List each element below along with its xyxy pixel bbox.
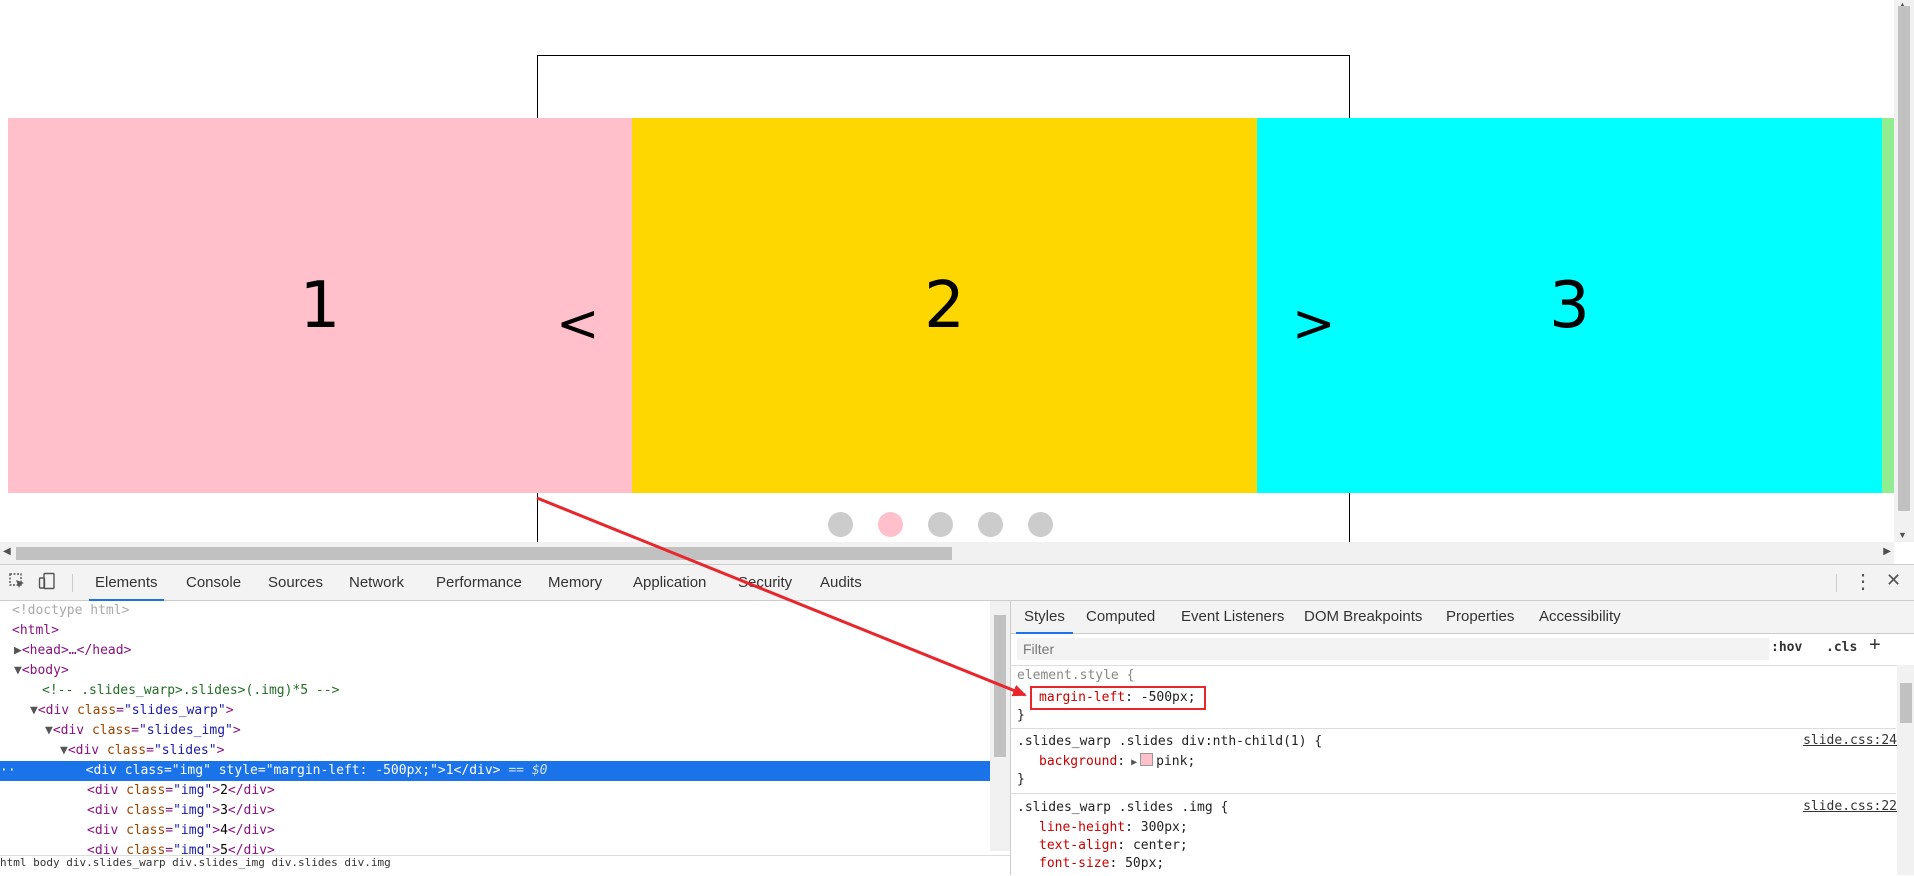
rule-divider [1011,793,1896,794]
dom-slides[interactable]: ▼<div class="slides"> [60,741,224,761]
dom-img-row[interactable]: <div class="img">2</div> [87,781,275,801]
slide-1: 1 [8,118,632,493]
dom-head[interactable]: ▶<head>…</head> [14,641,131,661]
rule1-selector: .slides_warp .slides div:nth-child(1) { [1017,734,1323,749]
rule2-selector: .slides_warp .slides .img { [1017,800,1229,815]
scroll-left-icon[interactable]: ◀ [3,546,11,557]
tab-application[interactable]: Application [633,565,706,600]
rule-divider [1011,728,1896,729]
tab-computed[interactable]: Computed [1086,601,1155,633]
slide-4 [1882,118,1894,493]
prev-button[interactable]: < [556,298,600,350]
tab-network[interactable]: Network [349,565,404,600]
dom-slides-warp[interactable]: ▼<div class="slides_warp"> [30,701,234,721]
styles-scrollbar[interactable] [1897,665,1914,875]
inspect-element-icon[interactable] [8,572,26,595]
color-swatch[interactable] [1140,753,1154,766]
element-style-selector: element.style { [1017,668,1135,683]
tab-console[interactable]: Console [186,565,241,600]
tab-elements[interactable]: Elements [89,565,164,601]
toolbar-divider [1836,574,1837,592]
slide-dot[interactable] [928,512,953,537]
dom-img-row[interactable]: <div class="img">3</div> [87,801,275,821]
scrollbar-thumb[interactable] [994,615,1006,757]
next-button[interactable]: > [1292,298,1336,350]
expand-triangle-icon[interactable]: ▶ [14,643,22,658]
slide-2: 2 [632,118,1257,493]
cls-toggle[interactable]: .cls [1826,640,1857,655]
dom-slides-img[interactable]: ▼<div class="slides_img"> [45,721,241,741]
sidebar-tabs: Styles Computed Event Listeners DOM Brea… [1011,601,1914,634]
devtools-toolbar: Elements Console Sources Network Perform… [0,565,1914,601]
background-declaration[interactable]: background: ▶ pink; [1039,753,1195,771]
tab-audits[interactable]: Audits [820,565,862,600]
dom-comment[interactable]: <!-- .slides_warp>.slides>(.img)*5 --> [42,681,339,701]
tab-event-listeners[interactable]: Event Listeners [1181,601,1284,633]
dom-selected-img[interactable]: ·· <div class="img" style="margin-left: -… [0,761,990,781]
toolbar-divider [72,574,73,592]
slide-3-label: 3 [1549,268,1590,343]
collapse-triangle-icon[interactable]: ▼ [30,703,38,718]
styles-sidebar: Styles Computed Event Listeners DOM Brea… [1010,601,1914,875]
new-rule-button[interactable]: + [1869,634,1881,657]
filter-input[interactable] [1017,638,1769,660]
tab-performance[interactable]: Performance [436,565,522,600]
elements-tree: <!doctype html> <html> ▶<head>…</head> ▼… [0,601,990,875]
page-horizontal-scrollbar[interactable]: ◀ ▶ [0,542,1894,564]
slide-dot[interactable] [828,512,853,537]
slide-1-label: 1 [299,268,341,343]
collapse-triangle-icon[interactable]: ▼ [14,663,22,678]
tab-dom-breakpoints[interactable]: DOM Breakpoints [1304,601,1422,633]
line-height-declaration[interactable]: line-height: 300px; [1039,819,1188,837]
tab-styles[interactable]: Styles [1016,601,1073,634]
collapse-triangle-icon[interactable]: ▼ [45,723,53,738]
close-icon[interactable]: ✕ [1886,570,1901,591]
hov-toggle[interactable]: :hov [1771,640,1802,655]
rule-close: } [1017,772,1025,787]
scrollbar-thumb[interactable] [16,547,952,560]
rule-close: } [1017,708,1025,723]
dom-img-row[interactable]: <div class="img">4</div> [87,821,275,841]
scrollbar-thumb[interactable] [1898,6,1910,511]
dom-doctype[interactable]: <!doctype html> [12,601,129,621]
filter-row: :hov .cls + [1011,634,1914,666]
slide-dot-active[interactable] [878,512,903,537]
slide-3: 3 [1257,118,1882,493]
rule2-source-link[interactable]: slide.css:22 [1803,799,1897,814]
collapse-triangle-icon[interactable]: ▼ [60,743,68,758]
page-viewport: 1 2 3 < > ▲ ▼ ◀ ▶ [0,0,1914,564]
rule1-source-link[interactable]: slide.css:24 [1803,733,1897,748]
devtools-panel: Elements Console Sources Network Perform… [0,564,1914,876]
tab-sources[interactable]: Sources [268,565,323,600]
elements-scrollbar[interactable] [990,601,1010,851]
tab-memory[interactable]: Memory [548,565,602,600]
slide-2-label: 2 [924,268,965,343]
slide-dot[interactable] [1028,512,1053,537]
tab-security[interactable]: Security [738,565,792,600]
margin-left-declaration[interactable]: margin-left: -500px; [1039,689,1196,707]
tab-accessibility[interactable]: Accessibility [1539,601,1621,633]
scrollbar-thumb[interactable] [1900,683,1912,723]
scroll-down-icon[interactable]: ▼ [1898,530,1907,540]
slide-dot[interactable] [978,512,1003,537]
scroll-right-icon[interactable]: ▶ [1883,546,1891,557]
font-size-declaration[interactable]: font-size: 50px; [1039,855,1164,873]
page-vertical-scrollbar[interactable]: ▲ ▼ [1894,0,1914,542]
dom-html[interactable]: <html> [12,621,59,641]
breadcrumb[interactable]: html body div.slides_warp div.slides_img… [0,855,1010,876]
text-align-declaration[interactable]: text-align: center; [1039,837,1188,855]
dom-body[interactable]: ▼<body> [14,661,69,681]
more-options-icon[interactable]: ⋮ [1853,569,1873,594]
device-toolbar-icon[interactable] [38,572,56,595]
expand-triangle-icon[interactable]: ▶ [1125,757,1137,768]
tab-properties[interactable]: Properties [1446,601,1514,633]
